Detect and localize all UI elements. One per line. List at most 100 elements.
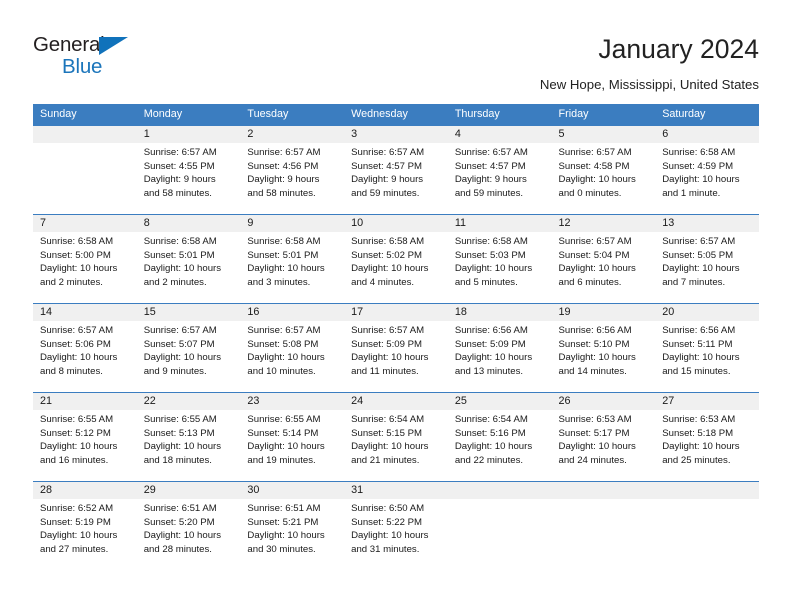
day-number[interactable]: 30 [240,482,344,499]
sunset-text: Sunset: 5:03 PM [454,249,526,261]
daylight-text-line2: and 24 minutes. [558,454,627,466]
day-cell[interactable]: Sunrise: 6:55 AM Sunset: 5:12 PM Dayligh… [33,410,137,481]
day-cell[interactable]: Sunrise: 6:54 AM Sunset: 5:15 PM Dayligh… [344,410,448,481]
day-cell[interactable]: Sunrise: 6:57 AM Sunset: 5:06 PM Dayligh… [33,321,137,392]
day-cell[interactable]: Sunrise: 6:58 AM Sunset: 5:02 PM Dayligh… [344,232,448,303]
day-cell[interactable]: Sunrise: 6:57 AM Sunset: 4:55 PM Dayligh… [137,143,241,214]
sunset-text: Sunset: 5:00 PM [40,249,111,261]
sunrise-text: Sunrise: 6:58 AM [454,236,528,247]
day-number[interactable]: 20 [655,304,759,321]
sunrise-text: Sunrise: 6:57 AM [351,147,425,158]
day-cell[interactable]: Sunrise: 6:58 AM Sunset: 5:01 PM Dayligh… [137,232,241,303]
day-cell[interactable]: Sunrise: 6:52 AM Sunset: 5:19 PM Dayligh… [33,499,137,570]
day-cell[interactable]: Sunrise: 6:57 AM Sunset: 4:56 PM Dayligh… [240,143,344,214]
sunrise-text: Sunrise: 6:57 AM [558,236,632,247]
day-number[interactable] [552,482,656,499]
day-cell[interactable]: Sunrise: 6:57 AM Sunset: 4:57 PM Dayligh… [448,143,552,214]
day-number[interactable]: 1 [137,126,241,143]
day-cell[interactable]: Sunrise: 6:53 AM Sunset: 5:17 PM Dayligh… [552,410,656,481]
day-cell[interactable] [33,143,137,214]
day-cell[interactable]: Sunrise: 6:58 AM Sunset: 5:01 PM Dayligh… [240,232,344,303]
sunrise-text: Sunrise: 6:57 AM [247,325,321,336]
day-cell[interactable]: Sunrise: 6:57 AM Sunset: 5:07 PM Dayligh… [137,321,241,392]
sunrise-text: Sunrise: 6:57 AM [143,325,217,336]
sunset-text: Sunset: 5:01 PM [143,249,215,261]
day-number[interactable]: 7 [33,215,137,232]
day-cell[interactable]: Sunrise: 6:57 AM Sunset: 4:58 PM Dayligh… [552,143,656,214]
day-number[interactable]: 3 [344,126,448,143]
weekday-header-monday: Monday [143,108,183,120]
sunrise-text: Sunrise: 6:57 AM [143,147,217,158]
day-cell[interactable]: Sunrise: 6:56 AM Sunset: 5:09 PM Dayligh… [448,321,552,392]
day-cell[interactable]: Sunrise: 6:58 AM Sunset: 5:03 PM Dayligh… [448,232,552,303]
day-cell[interactable]: Sunrise: 6:58 AM Sunset: 5:00 PM Dayligh… [33,232,137,303]
daylight-text-line1: Daylight: 10 hours [662,174,740,186]
daylight-text-line2: and 59 minutes. [454,187,524,199]
daylight-text-line2: and 0 minutes. [558,187,622,199]
day-number[interactable]: 25 [448,393,552,410]
day-cell[interactable]: Sunrise: 6:50 AM Sunset: 5:22 PM Dayligh… [344,499,448,570]
day-number[interactable]: 14 [33,304,137,321]
day-number[interactable]: 4 [448,126,552,143]
day-number[interactable]: 17 [344,304,448,321]
day-number[interactable]: 11 [448,215,552,232]
brand-name-blue: Blue [62,55,103,78]
day-number[interactable]: 26 [552,393,656,410]
day-cell[interactable]: Sunrise: 6:54 AM Sunset: 5:16 PM Dayligh… [448,410,552,481]
day-cell[interactable] [448,499,552,570]
daylight-text-line2: and 8 minutes. [40,365,103,377]
day-number[interactable]: 8 [137,215,241,232]
day-number[interactable]: 22 [137,393,241,410]
day-number[interactable]: 27 [655,393,759,410]
day-cell[interactable]: Sunrise: 6:56 AM Sunset: 5:11 PM Dayligh… [655,321,759,392]
day-cell[interactable]: Sunrise: 6:57 AM Sunset: 5:04 PM Dayligh… [552,232,656,303]
sunset-text: Sunset: 5:21 PM [247,516,319,528]
week-detail-band: Sunrise: 6:52 AM Sunset: 5:19 PM Dayligh… [33,499,759,570]
day-number[interactable]: 5 [552,126,656,143]
day-number[interactable]: 21 [33,393,137,410]
sunrise-text: Sunrise: 6:58 AM [40,236,114,247]
day-cell[interactable]: Sunrise: 6:51 AM Sunset: 5:20 PM Dayligh… [137,499,241,570]
day-number[interactable]: 16 [240,304,344,321]
day-number[interactable]: 13 [655,215,759,232]
day-cell[interactable]: Sunrise: 6:57 AM Sunset: 5:05 PM Dayligh… [655,232,759,303]
day-number[interactable]: 24 [344,393,448,410]
day-number[interactable]: 29 [137,482,241,499]
daylight-text-line1: Daylight: 9 hours [143,174,216,186]
day-number[interactable] [655,482,759,499]
daylight-text-line1: Daylight: 10 hours [454,263,533,275]
calendar-week-row: 1 2 3 4 5 6 Sunrise: 6:57 AM Sunset: 4:5… [33,125,759,214]
day-cell[interactable]: Sunrise: 6:56 AM Sunset: 5:10 PM Dayligh… [552,321,656,392]
day-cell[interactable]: Sunrise: 6:51 AM Sunset: 5:21 PM Dayligh… [240,499,344,570]
day-cell[interactable]: Sunrise: 6:55 AM Sunset: 5:13 PM Dayligh… [137,410,241,481]
day-number[interactable]: 19 [552,304,656,321]
day-cell[interactable] [552,499,656,570]
day-number[interactable]: 10 [344,215,448,232]
day-cell[interactable]: Sunrise: 6:53 AM Sunset: 5:18 PM Dayligh… [655,410,759,481]
day-cell[interactable]: Sunrise: 6:57 AM Sunset: 5:09 PM Dayligh… [344,321,448,392]
day-cell[interactable] [655,499,759,570]
day-cell[interactable]: Sunrise: 6:57 AM Sunset: 5:08 PM Dayligh… [240,321,344,392]
day-number[interactable]: 18 [448,304,552,321]
day-number[interactable]: 15 [137,304,241,321]
sunrise-text: Sunrise: 6:58 AM [662,147,736,158]
brand-logo[interactable]: General Blue [33,33,163,81]
day-number[interactable]: 6 [655,126,759,143]
day-cell[interactable]: Sunrise: 6:57 AM Sunset: 4:57 PM Dayligh… [344,143,448,214]
day-number[interactable]: 2 [240,126,344,143]
daylight-text-line2: and 13 minutes. [454,365,524,377]
day-cell[interactable]: Sunrise: 6:58 AM Sunset: 4:59 PM Dayligh… [655,143,759,214]
day-number[interactable] [448,482,552,499]
sunrise-text: Sunrise: 6:54 AM [454,414,528,425]
day-cell[interactable]: Sunrise: 6:55 AM Sunset: 5:14 PM Dayligh… [240,410,344,481]
sunrise-text: Sunrise: 6:55 AM [247,414,321,425]
day-number[interactable]: 9 [240,215,344,232]
day-number[interactable] [33,126,137,143]
day-number[interactable]: 31 [344,482,448,499]
day-number[interactable]: 28 [33,482,137,499]
weekday-header-saturday: Saturday [662,108,706,120]
daylight-text-line2: and 19 minutes. [247,454,316,466]
day-number[interactable]: 12 [552,215,656,232]
day-number[interactable]: 23 [240,393,344,410]
daylight-text-line1: Daylight: 9 hours [247,174,320,186]
